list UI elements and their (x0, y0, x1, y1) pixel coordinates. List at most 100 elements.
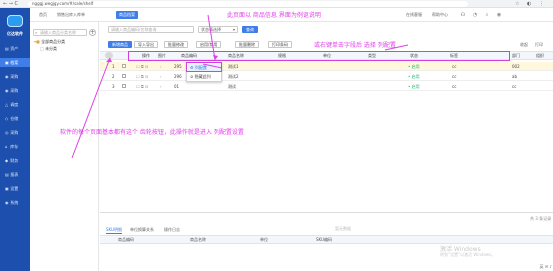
row-number: 1 (112, 64, 115, 69)
browser-nav-icons[interactable]: ← → C (3, 1, 18, 7)
detail-col-sku[interactable]: SKU编码 (316, 236, 332, 243)
add-product-button[interactable]: 新增商品 (108, 41, 132, 48)
col-dept[interactable]: 部门 (512, 52, 520, 60)
keyword-search-input[interactable]: 请输入商品编码/名称查询 (108, 26, 194, 33)
tab-operation-log[interactable]: 操作日志 (164, 226, 180, 234)
row-dept: cc (452, 74, 457, 79)
row-number: 2 (112, 74, 115, 79)
sidebar-item-label: 采购 (9, 74, 19, 79)
add-category-button[interactable]: + (89, 29, 96, 36)
chevron-icon: › (160, 64, 162, 69)
headset-icon[interactable]: ☊ (460, 12, 466, 18)
sidebar-item-4[interactable]: △ 调度 (0, 100, 30, 109)
table-row[interactable]: 1 ☐ ⧉ ⊟ › 295 测试1 • 启用 cc 002 (100, 62, 553, 71)
annotation-left: 软件的每个页面基本都有这个 齿轮按钮，此操作就是进入 列配置设置 (60, 129, 244, 136)
help-center-link[interactable]: 帮助中心 (432, 11, 448, 19)
sidebar-item-5[interactable]: ◇ 仓储 (0, 114, 30, 123)
table-row[interactable]: 2 ☐ ⧉ ⊟ › 296 测试2 • 启用 cc ab (100, 72, 553, 81)
chevron-down-icon: ▾ (232, 27, 235, 32)
file-icon: □ (40, 46, 44, 51)
tab-sku-detail[interactable]: SKU明细 (106, 226, 122, 234)
tree-node-uncategorized-label: 未分类 (45, 46, 58, 51)
address-bar[interactable]: ngggj.wegjgy.com/#/sale/shelf (28, 1, 468, 7)
row-org: ab (512, 74, 517, 79)
row-checkbox[interactable] (122, 64, 126, 68)
row-code: 295 (174, 64, 182, 69)
detail-col-code[interactable]: 商品编码 (118, 236, 134, 243)
tab-sales-outbound[interactable]: 销售出库入库单 (54, 11, 88, 19)
sidebar-item-label: 设置 (9, 186, 19, 191)
row-dept: cc (452, 84, 457, 89)
browser-toolbar: ← → C ngggj.wegjgy.com/#/sale/shelf ☆ ◐ … (0, 0, 553, 8)
row-name: 测试2 (228, 74, 239, 79)
annotation-right: 或右键单击字段后 选择 列配置 (314, 42, 396, 49)
print-link[interactable]: 打印 (535, 42, 543, 48)
column-settings-gear-icon[interactable] (105, 52, 113, 59)
browser-extension-icons[interactable]: ☆ ◐ ⋮ (515, 1, 547, 7)
user-avatar-icon[interactable]: ◉ (496, 12, 502, 18)
row-org: 002 (512, 64, 520, 69)
ctx-hide-column[interactable]: ⊘ 隐藏此列 (188, 73, 221, 81)
import-export-button[interactable]: 导入导出 (134, 41, 158, 48)
sidebar-item-7[interactable]: ⌂ 库存 (0, 142, 30, 151)
tree-node-root[interactable]: ▾■ 全部商品分类 (34, 39, 65, 45)
detail-col-name[interactable]: 商品名称 (190, 236, 206, 243)
row-action-icons[interactable]: ☐ ⧉ ⊟ (136, 62, 148, 71)
col-org[interactable]: 组织 (536, 52, 544, 60)
system-tray[interactable]: 英 ✉ ♪ (488, 263, 552, 270)
eye-off-icon: ⊘ (190, 74, 194, 79)
tab-home[interactable]: 首页 (36, 11, 50, 19)
online-service-link[interactable]: 在线客服 (406, 11, 422, 19)
batch-delete-button[interactable]: 批量删除 (235, 41, 259, 48)
search-icon[interactable]: ⌕ (484, 12, 490, 18)
annotation-top: 此页面以 商品信息 界面为例讴说明 (227, 12, 321, 19)
sidebar-item-label: 采购 (9, 130, 19, 135)
sidebar-item-label: 系统 (9, 200, 19, 205)
sidebar-item-label: 资产 (9, 46, 19, 51)
menu-highlight-box (186, 62, 222, 72)
status-badge: • 启用 (408, 74, 420, 79)
sidebar-item-9[interactable]: ▤ 报表 (0, 170, 30, 179)
detail-col-unit[interactable]: 单位 (260, 236, 268, 243)
sidebar-item-6[interactable]: ◎ 采购 (0, 128, 30, 137)
bell-icon[interactable]: ◔ (472, 12, 478, 18)
tree-node-uncategorized[interactable]: □ 未分类 (40, 46, 57, 52)
sidebar-item-8[interactable]: ◆ 财务 (0, 156, 30, 165)
sidebar-item-label: 报表 (9, 172, 19, 177)
category-search-input[interactable]: ⌕ 请输入商品分类名称 (33, 29, 87, 36)
row-org: cc (512, 84, 517, 89)
row-checkbox[interactable] (122, 74, 126, 78)
sidebar-item-3[interactable]: ◉ 采购 (0, 86, 30, 95)
table-row[interactable]: 3 ☐ ⧉ ⊟ › 01 测试 • 启用 cc cc (100, 82, 553, 91)
enable-disable-button[interactable]: 启用/禁用 (196, 41, 222, 48)
status-badge: • 启用 (408, 84, 420, 89)
empty-hint: 暂无数据 (335, 226, 351, 231)
sidebar-item-2[interactable]: ◉ 采购 (0, 72, 30, 81)
sidebar-item-11[interactable]: ◉ 系统 (0, 198, 30, 207)
chevron-icon: › (160, 84, 162, 89)
sidebar-item-1[interactable]: ▣ 档案 (0, 58, 30, 67)
category-search-placeholder: 请输入商品分类名称 (40, 30, 76, 35)
tab-unit-conversion[interactable]: 单位换算关系 (130, 226, 154, 234)
batch-edit-button[interactable]: 批量修改 (164, 41, 188, 48)
collapse-link[interactable]: 收起 (520, 42, 528, 48)
tree-node-root-label: 全部商品分类 (41, 39, 66, 44)
folder-icon: ▾■ (34, 39, 40, 44)
row-action-icons[interactable]: ☐ ⧉ ⊟ (136, 82, 148, 91)
sidebar-item-label: 档案 (9, 60, 19, 65)
row-checkbox[interactable] (122, 84, 126, 88)
windows-activation-hint: 转到“设置”以激活 Windows。 (440, 252, 496, 257)
sidebar-item-label: 财务 (9, 158, 19, 163)
row-number: 3 (112, 84, 115, 89)
row-name: 测试1 (228, 64, 239, 69)
sidebar-item-label: 调度 (9, 102, 19, 107)
sidebar-item-0[interactable]: ▤ 资产 (0, 44, 30, 53)
row-dept: cc (452, 64, 457, 69)
print-barcode-button[interactable]: 打印条码 (268, 41, 292, 48)
tab-product-archive[interactable]: 商品档案 (116, 11, 138, 19)
query-button[interactable]: 查询 (242, 26, 258, 33)
row-action-icons[interactable]: ☐ ⧉ ⊟ (136, 72, 148, 81)
status-select[interactable]: 状态请选择 ▾ (198, 26, 238, 33)
sidebar-item-label: 采购 (9, 88, 19, 93)
sidebar-item-10[interactable]: ▣ 设置 (0, 184, 30, 193)
